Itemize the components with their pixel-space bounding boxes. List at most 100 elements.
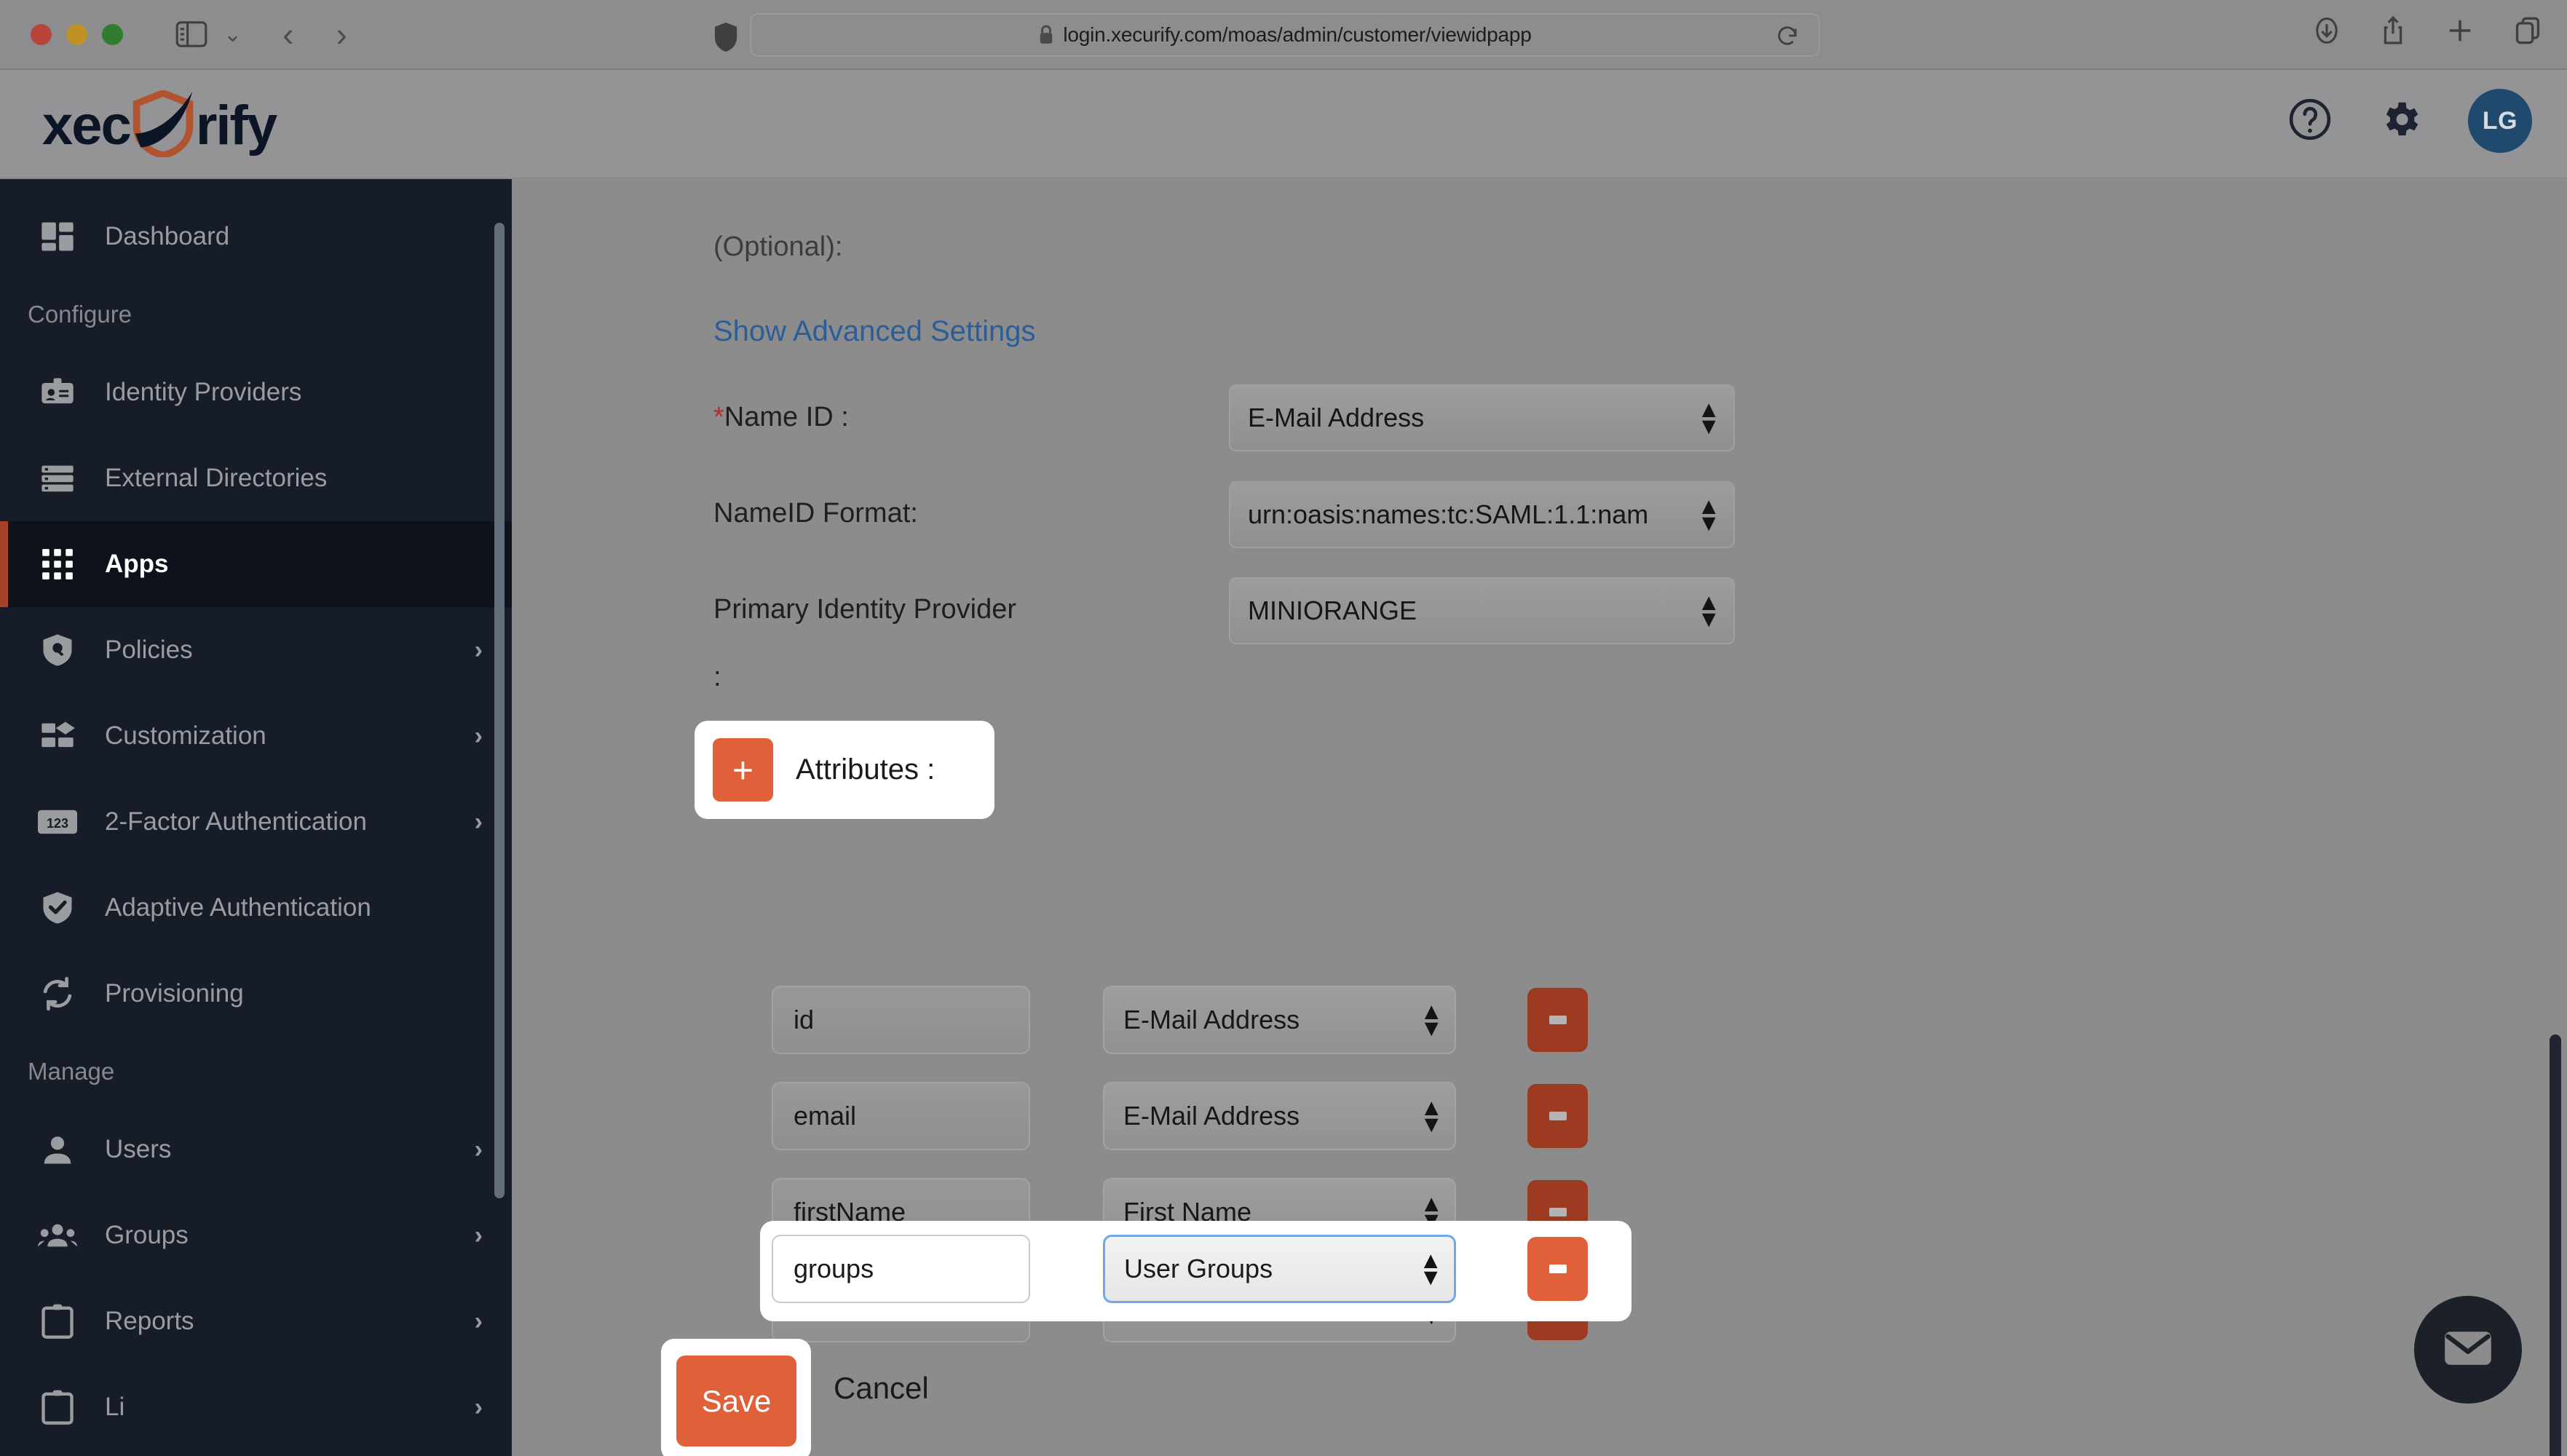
spinner-arrows-icon: ▲▼ <box>1420 997 1443 1041</box>
attribute-value-select[interactable]: E-Mail Address ▲ ▼ <box>1103 986 1456 1054</box>
downloads-icon[interactable] <box>2314 15 2340 47</box>
group-icon <box>38 1216 77 1255</box>
spinner-arrows-icon: ▲▼ <box>1419 1246 1442 1290</box>
id-card-icon <box>38 373 77 412</box>
sidebar-item-label: Policies <box>105 636 193 664</box>
tabs-overview-icon[interactable] <box>2515 16 2541 45</box>
remove-attribute-button[interactable] <box>1527 1084 1588 1148</box>
chat-support-button[interactable] <box>2414 1296 2522 1404</box>
nameid-format-select[interactable]: urn:oasis:names:tc:SAML:1.1:nam ▲ ▼ <box>1229 481 1735 548</box>
reload-icon[interactable] <box>1776 25 1798 50</box>
app-header: xec rify LG <box>0 70 2567 179</box>
new-tab-icon[interactable] <box>2446 17 2474 44</box>
sidebar-item-policies[interactable]: Policies › <box>0 607 512 693</box>
browser-nav-arrows: ‹ › <box>282 17 347 51</box>
sidebar-item-apps[interactable]: Apps <box>0 521 512 607</box>
attribute-value-select[interactable]: E-Mail Address ▲ ▼ <box>1103 1082 1456 1150</box>
sidebar-item-label: External Directories <box>105 464 328 492</box>
envelope-icon <box>2442 1326 2494 1374</box>
sidebar-item-identity-providers[interactable]: Identity Providers <box>0 349 512 435</box>
sidebar-item-dashboard[interactable]: Dashboard <box>0 194 512 280</box>
header-actions: LG <box>2287 89 2532 153</box>
browser-toolbar-right <box>2314 15 2541 47</box>
table-row: id E-Mail Address ▲ ▼ <box>772 986 1588 1054</box>
minus-icon <box>1548 1265 1567 1273</box>
sidebar-item-label: Identity Providers <box>105 378 302 406</box>
privacy-shield-icon[interactable] <box>713 22 738 56</box>
svg-text:123: 123 <box>47 816 68 831</box>
attribute-name-input[interactable]: id <box>772 986 1030 1054</box>
show-advanced-settings-link[interactable]: Show Advanced Settings <box>713 315 1036 348</box>
sidebar-item-label: Groups <box>105 1221 189 1249</box>
sidebar-item-2-factor-authentication[interactable]: 123 2-Factor Authentication › <box>0 779 512 865</box>
attribute-value-select[interactable]: User Groups ▲ ▼ <box>1103 1235 1456 1303</box>
sidebar-item-label: Users <box>105 1135 172 1163</box>
minus-icon <box>1548 1016 1567 1024</box>
sidebar-item-provisioning[interactable]: Provisioning <box>0 951 512 1037</box>
spinner-arrows-icon: ▲▼ <box>1697 588 1720 632</box>
plus-icon: + <box>732 749 754 791</box>
form-row-nameid-format: NameID Format: <box>713 498 918 529</box>
chevron-right-icon: › <box>474 807 483 836</box>
window-traffic-lights <box>31 23 123 45</box>
list-icon <box>38 459 77 498</box>
chevron-right-icon: › <box>474 636 483 664</box>
back-button[interactable]: ‹ <box>282 17 293 51</box>
sidebar-item-external-directories[interactable]: External Directories <box>0 435 512 521</box>
sidebar-toggle-icon[interactable] <box>175 21 207 47</box>
shield-check-icon <box>38 888 77 927</box>
attribute-name-input[interactable]: groups <box>772 1235 1030 1303</box>
sidebar-item-customization[interactable]: Customization › <box>0 693 512 779</box>
name-id-value: E-Mail Address <box>1248 403 1425 432</box>
maximize-window-button[interactable] <box>102 23 123 45</box>
attribute-value: User Groups <box>1124 1254 1273 1283</box>
sidebar-item-label: Apps <box>105 550 169 578</box>
sidebar-item-users[interactable]: Users › <box>0 1107 512 1192</box>
sidebar-item-label: Li <box>105 1393 125 1421</box>
forward-button[interactable]: › <box>336 17 347 51</box>
help-circle-icon[interactable] <box>2287 97 2333 146</box>
chevron-right-icon: › <box>474 721 483 750</box>
avatar-initials: LG <box>2482 106 2518 135</box>
clipboard-icon <box>38 1388 77 1427</box>
spinner-arrows-icon: ▲▼ <box>1420 1093 1443 1137</box>
sidebar-item-licenses[interactable]: Li › <box>0 1364 512 1450</box>
address-bar[interactable]: login.xecurify.com/moas/admin/customer/v… <box>750 13 1820 57</box>
avatar[interactable]: LG <box>2468 89 2532 153</box>
chevron-down-icon[interactable]: ⌄ <box>224 22 242 47</box>
cancel-button[interactable]: Cancel <box>834 1371 929 1406</box>
numeric-123-icon: 123 <box>38 802 77 842</box>
name-id-select[interactable]: E-Mail Address ▲ ▼ <box>1229 384 1735 451</box>
url-text: login.xecurify.com/moas/admin/customer/v… <box>1063 23 1532 46</box>
form-label: Primary Identity Provider <box>713 594 1017 625</box>
dashboard-icon <box>38 217 77 256</box>
remove-attribute-button[interactable] <box>1527 988 1588 1052</box>
gear-icon[interactable] <box>2378 97 2423 146</box>
xecurify-logo[interactable]: xec rify <box>42 89 277 161</box>
form-row-name-id: *Name ID : <box>713 402 849 433</box>
minimize-window-button[interactable] <box>66 23 87 45</box>
remove-attribute-button[interactable] <box>1527 1237 1588 1301</box>
sidebar-item-groups[interactable]: Groups › <box>0 1192 512 1278</box>
sidebar-item-reports[interactable]: Reports › <box>0 1278 512 1364</box>
attribute-value: E-Mail Address <box>1123 1005 1300 1034</box>
page-scrollbar[interactable] <box>2550 1034 2561 1456</box>
spinner-arrows-icon: ▲▼ <box>1697 395 1720 439</box>
logo-text-right: rify <box>195 94 277 157</box>
sidebar-item-label: Reports <box>105 1307 194 1335</box>
close-window-button[interactable] <box>31 23 52 45</box>
apps-grid-icon <box>38 545 77 584</box>
policy-shield-icon <box>38 630 77 670</box>
sidebar-scrollbar[interactable] <box>494 223 505 1198</box>
attribute-name-input[interactable]: email <box>772 1082 1030 1150</box>
share-icon[interactable] <box>2381 15 2405 47</box>
spinner-arrows-icon: ▲▼ <box>1697 492 1720 536</box>
add-attribute-button[interactable]: + <box>713 738 773 802</box>
chevron-right-icon: › <box>474 1307 483 1335</box>
sidebar-item-adaptive-authentication[interactable]: Adaptive Authentication <box>0 865 512 951</box>
save-button[interactable]: Save <box>676 1356 796 1447</box>
primary-idp-select[interactable]: MINIORANGE ▲ ▼ <box>1229 577 1735 644</box>
minus-icon <box>1548 1208 1567 1216</box>
sync-icon <box>38 974 77 1013</box>
chevron-right-icon: › <box>474 1221 483 1249</box>
